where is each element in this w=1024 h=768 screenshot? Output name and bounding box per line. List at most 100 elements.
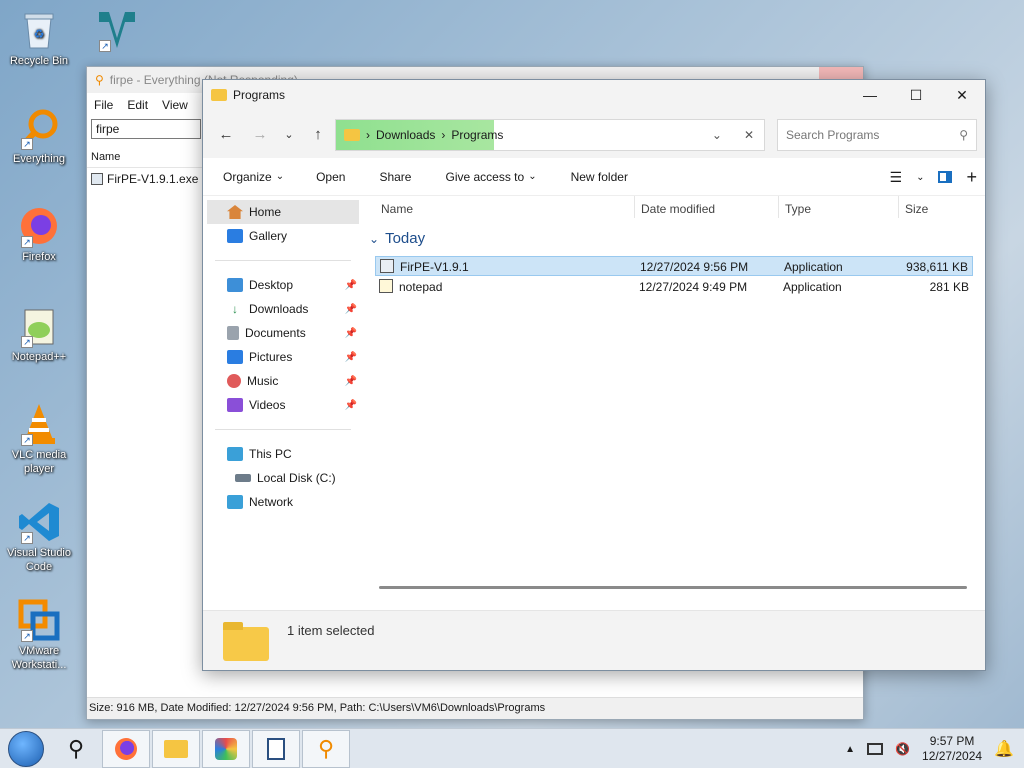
- sidebar-item-home[interactable]: Home: [207, 200, 359, 224]
- desktop-icon-firefox[interactable]: ↗ Firefox: [2, 204, 76, 264]
- column-header-name[interactable]: Name: [375, 202, 413, 216]
- give-access-button[interactable]: Give access to ⌄: [435, 170, 546, 184]
- search-box[interactable]: Search Programs ⚲: [777, 119, 977, 151]
- sidebar-item-pictures[interactable]: Pictures 📌: [203, 345, 363, 369]
- application-icon: [380, 259, 394, 273]
- desktop-icon-label: VMware Workstati...: [11, 645, 67, 671]
- add-icon[interactable]: +: [966, 167, 977, 188]
- everything-app-icon: ⚲: [95, 73, 104, 87]
- shortcut-arrow-icon: ↗: [21, 434, 33, 446]
- column-header-size[interactable]: Size: [899, 202, 928, 216]
- desktop-icon: [227, 278, 243, 292]
- file-row[interactable]: notepad 12/27/2024 9:49 PM Application 2…: [375, 277, 973, 297]
- preview-pane-icon[interactable]: [938, 171, 953, 183]
- file-row[interactable]: FirPE-V1.9.1 12/27/2024 9:56 PM Applicat…: [375, 256, 973, 276]
- documents-icon: [227, 326, 239, 340]
- new-folder-button[interactable]: New folder: [561, 170, 638, 184]
- pictures-icon: [227, 350, 243, 364]
- desktop-icon-vmware[interactable]: ↗ VMware Workstati...: [2, 598, 76, 672]
- up-button[interactable]: ↑: [303, 120, 333, 148]
- sidebar-label: Music: [247, 374, 279, 388]
- desktop-icon-notepadpp[interactable]: ↗ Notepad++: [2, 304, 76, 364]
- forward-button[interactable]: →: [245, 120, 275, 148]
- everything-column-name[interactable]: Name: [87, 141, 203, 168]
- desktop-icon-label: Recycle Bin: [9, 55, 69, 67]
- vscode-icon: ↗: [17, 500, 61, 544]
- explorer-window[interactable]: Programs — ☐ ✕ ← → ⌄ ↑ › Downloads › Pro…: [202, 79, 986, 671]
- show-hidden-icons-button[interactable]: ▲: [845, 744, 855, 755]
- view-options-chevron-icon[interactable]: ⌄: [916, 172, 924, 183]
- sidebar-item-documents[interactable]: Documents 📌: [203, 321, 363, 345]
- pin-icon: 📌: [344, 351, 357, 363]
- desktop-icon-label: Firefox: [22, 251, 56, 263]
- shortcut-arrow-icon: ↗: [21, 236, 33, 248]
- menu-view[interactable]: View: [162, 98, 188, 112]
- sidebar-item-videos[interactable]: Videos 📌: [203, 393, 363, 417]
- taskbar-file-explorer[interactable]: [152, 729, 200, 768]
- desktop-icon-vlc[interactable]: ↗ VLC media player: [2, 402, 76, 476]
- sidebar-label: Pictures: [249, 350, 293, 364]
- start-button[interactable]: [8, 730, 44, 767]
- breadcrumb-downloads[interactable]: Downloads: [376, 128, 435, 142]
- view-details-icon[interactable]: ☰: [890, 169, 903, 186]
- close-button[interactable]: ✕: [939, 80, 985, 110]
- group-label: Today: [385, 230, 426, 247]
- shortcut-arrow-icon: ↗: [21, 532, 33, 544]
- column-header-date[interactable]: Date modified: [635, 202, 715, 216]
- breadcrumb-separator: ›: [441, 128, 446, 142]
- sidebar-item-gallery[interactable]: Gallery: [203, 224, 363, 248]
- address-bar[interactable]: › Downloads › Programs ⌄ ✕: [335, 119, 765, 151]
- everything-search-input[interactable]: firpe: [91, 119, 201, 139]
- menu-file[interactable]: File: [94, 98, 113, 112]
- maximize-button[interactable]: ☐: [893, 80, 939, 110]
- back-button[interactable]: ←: [211, 120, 241, 148]
- sidebar-item-music[interactable]: Music 📌: [203, 369, 363, 393]
- sidebar-item-desktop[interactable]: Desktop 📌: [203, 273, 363, 297]
- folder-icon: [164, 739, 188, 758]
- sidebar-item-this-pc[interactable]: This PC: [203, 442, 363, 466]
- volume-muted-icon[interactable]: 🔇: [895, 742, 910, 756]
- desktop-icon-label: VLC media player: [11, 449, 67, 475]
- taskbar-everything[interactable]: ⚲: [302, 729, 350, 768]
- sidebar-item-downloads[interactable]: ↓ Downloads 📌: [203, 297, 363, 321]
- minimize-button[interactable]: —: [847, 80, 893, 110]
- downloads-icon: ↓: [232, 302, 238, 316]
- notification-bell-icon[interactable]: 🔔: [994, 739, 1014, 759]
- desktop-icon-vscode[interactable]: ↗ Visual Studio Code: [2, 500, 76, 574]
- recent-locations-button[interactable]: ⌄: [279, 120, 299, 148]
- navigation-pane: Home Gallery Desktop 📌 ↓ Downloads 📌 Docume…: [203, 196, 363, 612]
- taskbar-notebook[interactable]: [252, 729, 300, 768]
- sidebar-item-network[interactable]: Network: [203, 490, 363, 514]
- address-clear-icon[interactable]: ✕: [744, 128, 754, 142]
- app-grid-icon: [215, 737, 237, 760]
- drive-icon: [235, 474, 251, 482]
- explorer-title: Programs: [233, 88, 286, 102]
- open-button[interactable]: Open: [306, 170, 355, 184]
- search-input[interactable]: Search Programs: [786, 128, 879, 142]
- share-button[interactable]: Share: [369, 170, 421, 184]
- address-dropdown-icon[interactable]: ⌄: [712, 128, 722, 142]
- desktop-icon-everything[interactable]: ↗ Everything: [2, 106, 76, 166]
- clock[interactable]: 9:57 PM 12/27/2024: [922, 734, 982, 764]
- sidebar-item-local-disk[interactable]: Local Disk (C:): [203, 466, 363, 490]
- vmware-icon: ↗: [17, 598, 61, 642]
- column-header-type[interactable]: Type: [779, 202, 811, 216]
- organize-button[interactable]: Organize ⌄: [213, 170, 294, 184]
- network-status-icon[interactable]: [867, 743, 884, 755]
- explorer-titlebar[interactable]: Programs — ☐ ✕: [203, 80, 985, 110]
- share-label: Share: [379, 169, 412, 184]
- desktop-icon-recycle-bin[interactable]: ♻ Recycle Bin: [2, 8, 76, 68]
- system-tray: ▲ 🔇 9:57 PM 12/27/2024 🔔: [845, 729, 1024, 768]
- file-size: 281 KB: [929, 280, 969, 294]
- new-folder-label: New folder: [570, 169, 628, 184]
- taskbar-firefox[interactable]: [102, 729, 150, 768]
- sidebar-label: Downloads: [249, 302, 309, 316]
- breadcrumb-programs[interactable]: Programs: [451, 128, 503, 142]
- pin-icon: 📌: [344, 303, 357, 315]
- taskbar-app[interactable]: [202, 729, 250, 768]
- horizontal-scrollbar[interactable]: [379, 586, 967, 589]
- group-header-today[interactable]: ⌄ Today: [369, 230, 425, 247]
- menu-edit[interactable]: Edit: [127, 98, 148, 112]
- desktop-icon-qualcomm[interactable]: ↗: [80, 8, 154, 54]
- taskbar-search-button[interactable]: ⚲: [52, 730, 100, 768]
